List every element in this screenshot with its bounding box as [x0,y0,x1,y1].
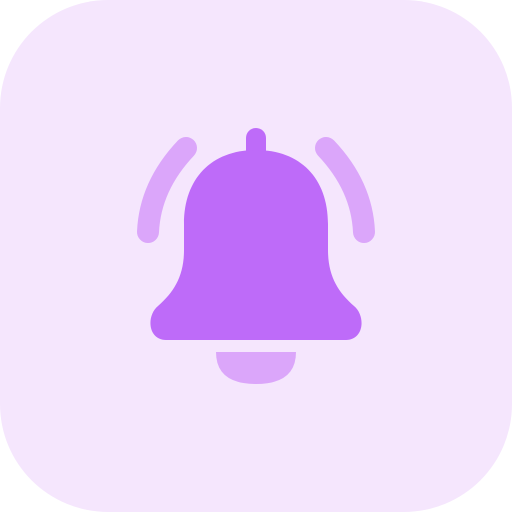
left-ring-wave [137,137,197,243]
right-ring-wave [315,137,375,243]
bell-clapper [216,352,296,384]
bell-body [150,150,362,340]
notification-bell-icon [137,128,375,384]
